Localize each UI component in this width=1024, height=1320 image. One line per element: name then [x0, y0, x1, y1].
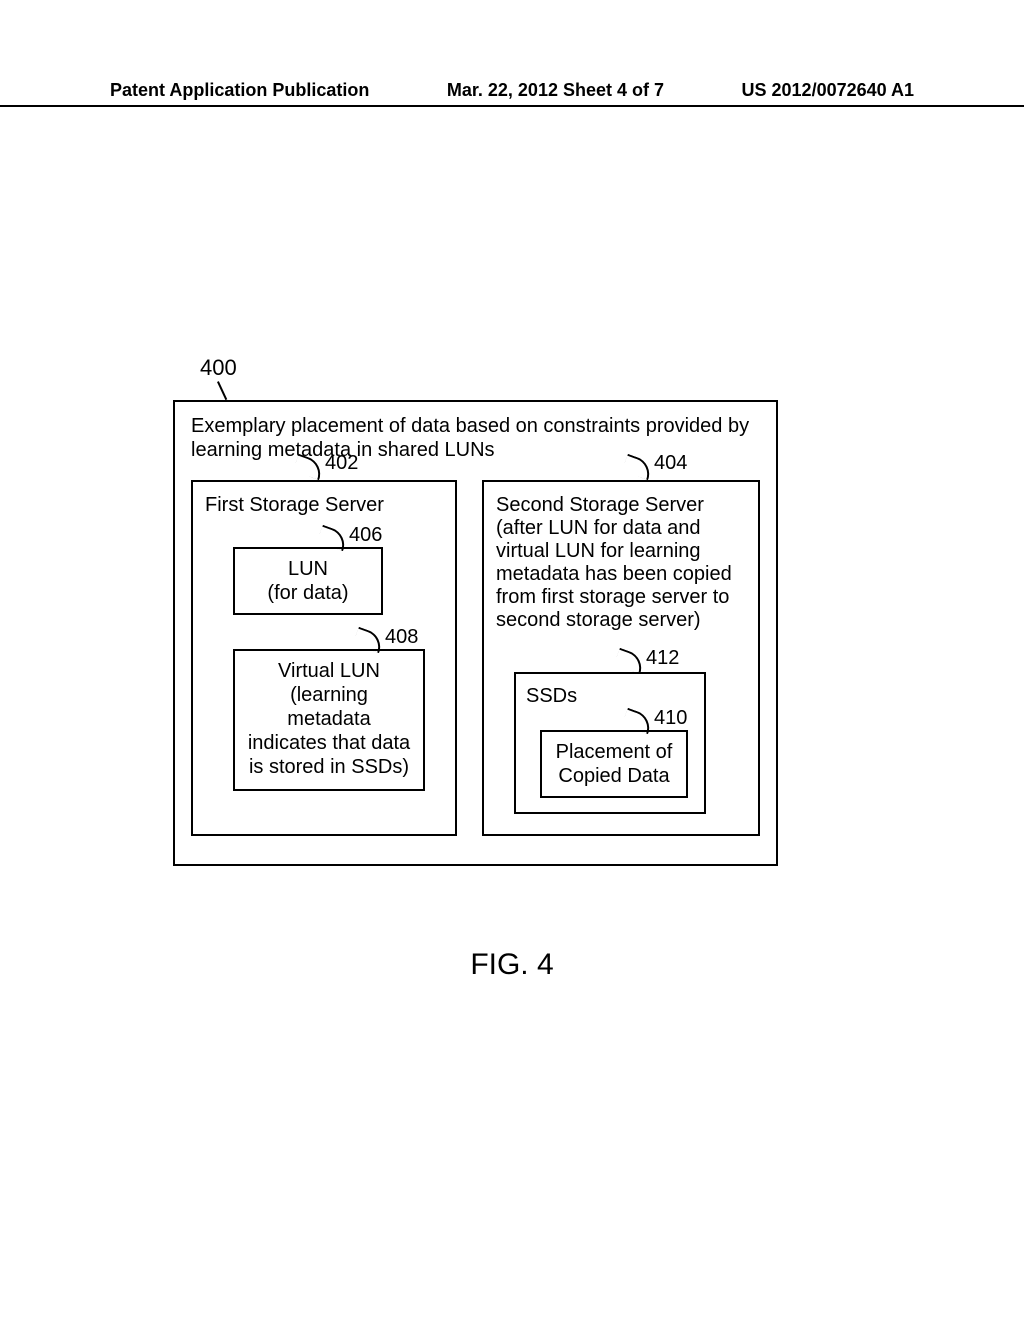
- callout-number: 406: [349, 524, 382, 546]
- callout-404: 404: [654, 452, 687, 475]
- lun-line1: LUN: [241, 557, 375, 581]
- callout-410: 410: [654, 706, 687, 730]
- second-server-label: Second Storage Server (after LUN for dat…: [496, 494, 746, 632]
- vlun-line2: (learning: [243, 683, 415, 707]
- vlun-line3: metadata: [243, 707, 415, 731]
- callout-412: 412: [646, 646, 679, 670]
- lun-box: 406 LUN (for data): [233, 547, 383, 615]
- leader-arc-icon: [614, 648, 646, 674]
- ssd-title: SSDs: [526, 684, 694, 708]
- first-server-label: First Storage Server: [205, 494, 443, 517]
- second-storage-server-box: 404 Second Storage Server (after LUN for…: [482, 480, 760, 836]
- placement-line1: Placement of: [546, 740, 682, 764]
- lun-line2: (for data): [241, 581, 375, 605]
- callout-406: 406: [349, 523, 382, 547]
- header-right: US 2012/0072640 A1: [742, 80, 914, 101]
- callout-402: 402: [325, 452, 358, 475]
- callout-408: 408: [385, 625, 418, 649]
- placement-line2: Copied Data: [546, 764, 682, 788]
- leader-line-400: [217, 381, 227, 400]
- leader-arc-icon: [622, 708, 654, 734]
- callout-number: 408: [385, 626, 418, 648]
- placement-box: 410 Placement of Copied Data: [540, 730, 688, 798]
- leader-arc-icon: [353, 627, 385, 653]
- virtual-lun-box: 408 Virtual LUN (learning metadata indic…: [233, 649, 425, 791]
- header-left: Patent Application Publication: [110, 80, 369, 101]
- figure-reference-400: 400: [200, 355, 237, 381]
- ssd-box: 412 SSDs 410 Placement of Copied Data: [514, 672, 706, 814]
- callout-number: 410: [654, 707, 687, 729]
- first-storage-server-box: 402 First Storage Server 406 LUN (for da…: [191, 480, 457, 836]
- callout-number: 412: [646, 647, 679, 669]
- page-header: Patent Application Publication Mar. 22, …: [0, 80, 1024, 107]
- servers-row: 402 First Storage Server 406 LUN (for da…: [191, 480, 760, 836]
- vlun-line1: Virtual LUN: [243, 659, 415, 683]
- figure-caption: FIG. 4: [0, 948, 1024, 982]
- header-center: Mar. 22, 2012 Sheet 4 of 7: [447, 80, 664, 101]
- figure-container: Exemplary placement of data based on con…: [173, 400, 778, 866]
- vlun-line4: indicates that data: [243, 731, 415, 755]
- vlun-line5: is stored in SSDs): [243, 755, 415, 779]
- leader-arc-icon: [317, 525, 349, 551]
- callout-number: 404: [654, 452, 687, 474]
- callout-number: 402: [325, 452, 358, 474]
